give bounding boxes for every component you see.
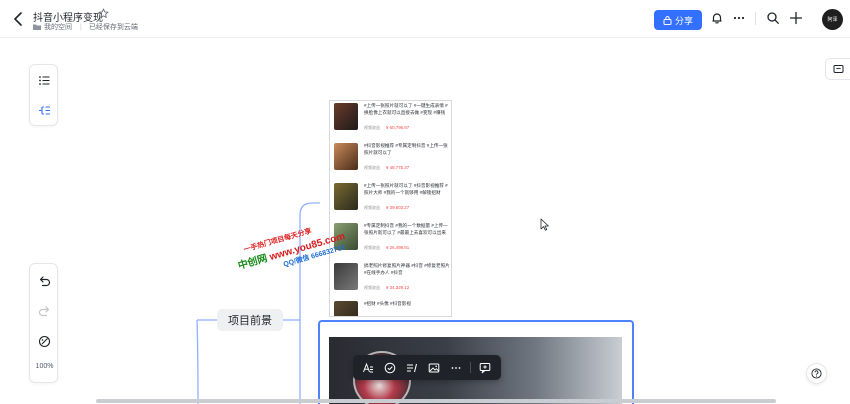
video-caption: #抖音影视推荐 #专属定制抖音 #上传一张照片就可以了	[364, 143, 448, 155]
video-caption: 搞老照片修复照片神器 #抖音 #修复老照片 #在线手办人 #抖音	[364, 263, 450, 275]
video-caption: #上传一张照片就可以了 #一键生成表情 #换脸像上衣就可以直接去做 #变现 #赚…	[364, 103, 448, 115]
video-tag: 视频收益	[364, 205, 380, 210]
video-thumbnail	[334, 103, 358, 130]
video-earnings: ¥ 48,775.37	[386, 165, 410, 170]
check-circle-icon[interactable]	[384, 362, 396, 374]
question-icon	[811, 368, 822, 379]
text-style-icon[interactable]	[362, 362, 374, 374]
video-tag: 视频收益	[364, 165, 380, 170]
video-tag: 视频收益	[364, 125, 380, 130]
list-item: #招财 #头像 #抖音影视	[330, 299, 451, 316]
video-thumbnail	[334, 263, 358, 290]
mouse-pointer-icon	[540, 218, 549, 231]
video-earnings: ¥ 39,603.27	[386, 205, 410, 210]
mindmap-node-project-prospect[interactable]: 项目前景	[217, 309, 283, 331]
embedded-screenshot-list[interactable]: #上传一张照片就可以了 #一键生成表情 #换脸像上衣就可以直接去做 #变现 #赚…	[329, 100, 452, 317]
watermark-site-name: 中创网	[236, 253, 269, 273]
video-earnings: ¥ 34,329.12	[386, 285, 410, 290]
video-caption: #专属定制抖音 #我的一个数据量 #上传一张照片就可以了 #最最上去喜欢可以出来	[364, 223, 448, 235]
image-icon[interactable]	[428, 362, 440, 374]
help-button[interactable]	[806, 363, 827, 384]
video-caption: #招财 #头像 #抖音影视	[364, 301, 411, 306]
video-thumbnail	[334, 301, 358, 316]
comment-add-icon[interactable]	[479, 362, 491, 374]
horizontal-scrollbar[interactable]	[96, 399, 776, 403]
list-item: #上传一张照片就可以了 #一键生成表情 #换脸像上衣就可以直接去做 #变现 #赚…	[330, 101, 451, 141]
video-thumbnail	[334, 143, 358, 170]
list-item: #抖音影视推荐 #专属定制抖音 #上传一张照片就可以了 视频收益 ¥ 48,77…	[330, 141, 451, 181]
list-item: #上传一张照片就可以了 #抖音影视推荐 #照片大师 #我的一个就够用 #解锁招财…	[330, 181, 451, 221]
video-earnings: ¥ 60,796.97	[386, 125, 410, 130]
toolbar-separator	[470, 362, 471, 373]
video-tag: 视频收益	[364, 245, 380, 250]
video-tag: 视频收益	[364, 285, 380, 290]
video-caption: #上传一张照片就可以了 #抖音影视推荐 #照片大师 #我的一个就够用 #解锁招财	[364, 183, 448, 195]
list-format-icon[interactable]	[406, 362, 418, 374]
list-item: #专属定制抖音 #我的一个数据量 #上传一张照片就可以了 #最最上去喜欢可以出来…	[330, 221, 451, 261]
more-options-icon[interactable]	[450, 362, 462, 374]
video-thumbnail	[334, 183, 358, 210]
list-item: 搞老照片修复照片神器 #抖音 #修复老照片 #在线手办人 #抖音 视频收益 ¥ …	[330, 261, 451, 301]
video-earnings: ¥ 26,498.91	[386, 245, 410, 250]
